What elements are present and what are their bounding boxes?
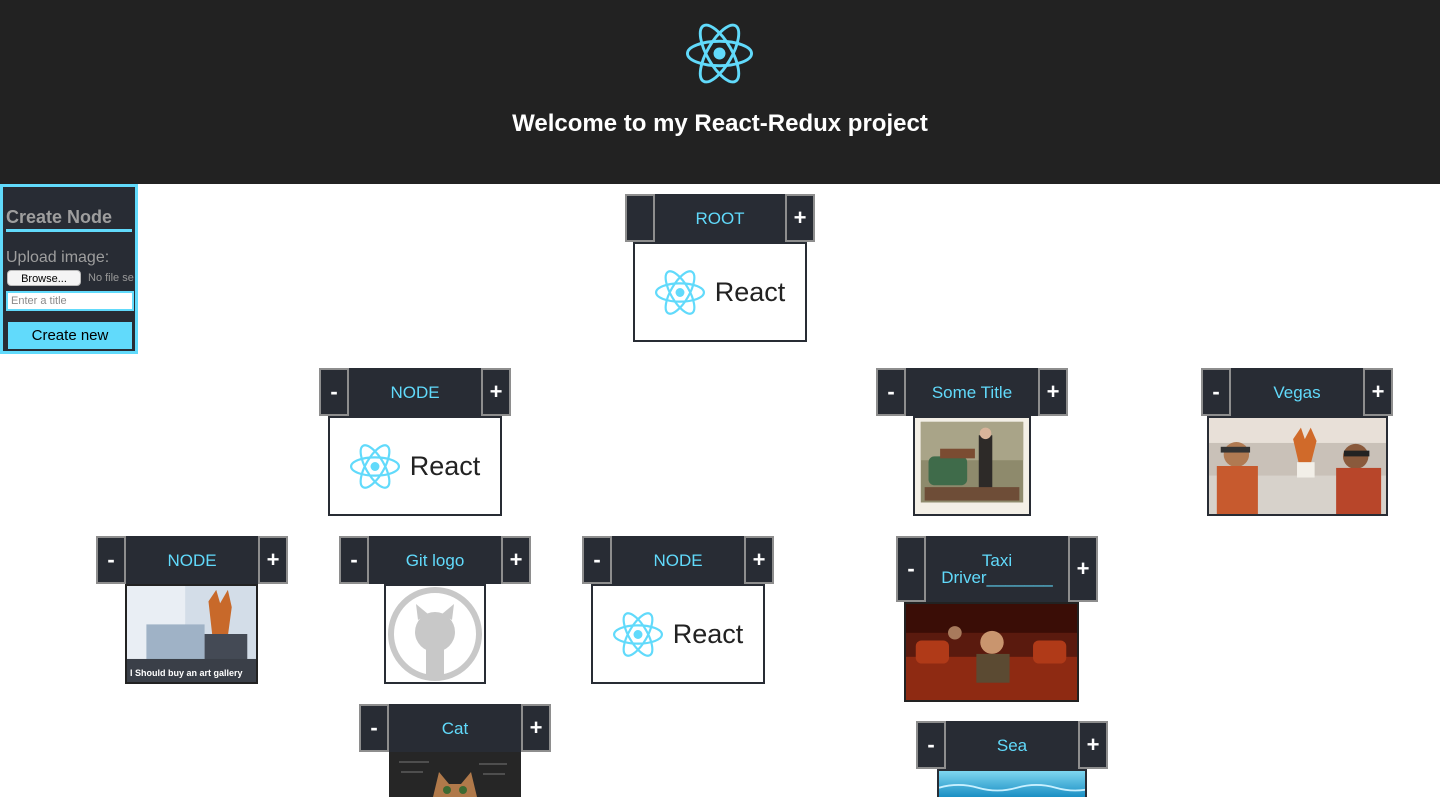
node-image-react: React [591, 584, 765, 684]
node-title: NODE [126, 536, 258, 584]
node-header: - NODE + [96, 536, 288, 584]
node-title: Git logo [369, 536, 501, 584]
add-child-button[interactable]: + [258, 536, 288, 584]
remove-node-button[interactable]: - [359, 704, 389, 752]
react-atom-icon [613, 612, 663, 657]
no-file-selected-text: No file se [88, 272, 134, 284]
remove-node-button[interactable]: - [96, 536, 126, 584]
create-node-panel: Create Node Upload image: Browse... No f… [0, 184, 138, 354]
node-header: - Sea + [916, 721, 1108, 769]
browse-file-button[interactable]: Browse... [7, 270, 81, 286]
node-image-fox-meme: I Should buy an art gallery [125, 584, 258, 684]
node-image-painting [913, 416, 1031, 516]
node-header: - Git logo + [339, 536, 531, 584]
add-child-button[interactable]: + [1038, 368, 1068, 416]
vegas-car-photo [1209, 418, 1386, 514]
add-child-button[interactable]: + [1068, 536, 1098, 602]
react-wordmark: React [409, 450, 481, 481]
github-octocat-icon [388, 587, 482, 681]
node-image-react: React [328, 416, 502, 516]
app-header: Welcome to my React-Redux project [0, 0, 1440, 184]
create-new-button[interactable]: Create new [6, 320, 134, 351]
remove-node-button[interactable]: - [582, 536, 612, 584]
react-atom-icon [350, 444, 400, 489]
node-title: Some Title [906, 368, 1038, 416]
react-atom-icon [686, 20, 753, 87]
node-header: - Taxi Driver_______ + [896, 536, 1098, 602]
remove-node-button[interactable]: - [896, 536, 926, 602]
remove-node-button[interactable]: - [916, 721, 946, 769]
remove-node-button[interactable]: - [876, 368, 906, 416]
node-header: ROOT + [625, 194, 815, 242]
node-header: - NODE + [582, 536, 774, 584]
add-child-button[interactable]: + [785, 194, 815, 242]
node-image-react: React [633, 242, 807, 342]
node-title: ROOT [655, 194, 785, 242]
react-wordmark: React [714, 276, 786, 307]
add-child-button[interactable]: + [521, 704, 551, 752]
node-image-cat [389, 752, 521, 797]
painting-image [915, 418, 1029, 514]
node-image-sea [937, 769, 1087, 797]
node-header: - Cat + [359, 704, 551, 752]
add-child-button[interactable]: + [1363, 368, 1393, 416]
node-image-vegas [1207, 416, 1388, 516]
add-child-button[interactable]: + [744, 536, 774, 584]
node-title: Taxi Driver_______ [926, 536, 1068, 602]
node-header: - Some Title + [876, 368, 1068, 416]
node-image-theater [904, 602, 1079, 702]
node-title: Cat [389, 704, 521, 752]
node-image-github [384, 584, 486, 684]
node-title: NODE [349, 368, 481, 416]
cat-photo [389, 752, 521, 797]
remove-node-button[interactable] [625, 194, 655, 242]
node-title: Vegas [1231, 368, 1363, 416]
remove-node-button[interactable]: - [319, 368, 349, 416]
node-title: Sea [946, 721, 1078, 769]
meme-caption: I Should buy an art gallery [130, 668, 243, 678]
add-child-button[interactable]: + [481, 368, 511, 416]
node-header: - NODE + [319, 368, 511, 416]
remove-node-button[interactable]: - [1201, 368, 1231, 416]
create-node-heading: Create Node [6, 207, 132, 232]
node-header: - Vegas + [1201, 368, 1393, 416]
add-child-button[interactable]: + [501, 536, 531, 584]
theater-photo [906, 604, 1077, 700]
sea-photo [939, 771, 1085, 797]
node-title-input[interactable] [6, 291, 134, 311]
react-atom-icon [655, 270, 705, 315]
node-title: NODE [612, 536, 744, 584]
add-child-button[interactable]: + [1078, 721, 1108, 769]
upload-image-label: Upload image: [6, 249, 110, 266]
remove-node-button[interactable]: - [339, 536, 369, 584]
page-title: Welcome to my React-Redux project [512, 110, 928, 137]
react-wordmark: React [672, 618, 744, 649]
